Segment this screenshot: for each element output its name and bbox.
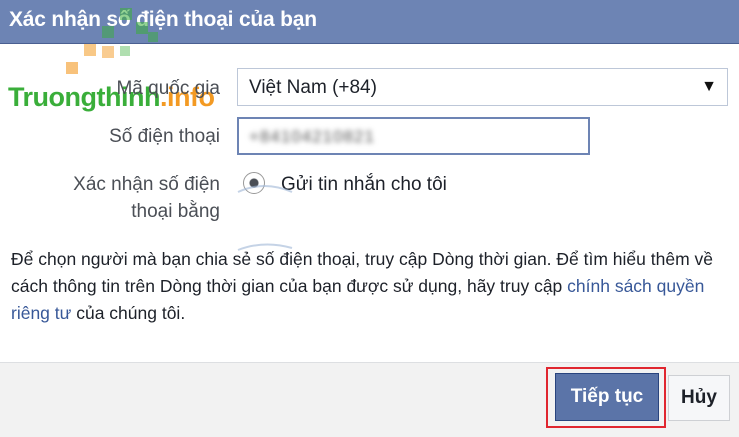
phone-number-label: Số điện thoại — [109, 126, 220, 147]
confirm-method-label-line1: Xác nhận số điện — [73, 174, 220, 195]
country-code-select[interactable]: Việt Nam (+84) ▼ — [237, 68, 728, 106]
watermark-wave-icon — [237, 185, 293, 193]
phone-number-input[interactable]: +84104210821 — [237, 117, 590, 155]
privacy-info-text: Để chọn người mà bạn chia sẻ số điện tho… — [11, 246, 731, 327]
confirm-method-label-line2: thoại bằng — [131, 201, 220, 222]
country-code-label: Mã quốc gia — [116, 78, 220, 99]
sms-radio-label[interactable]: Gửi tin nhắn cho tôi — [281, 174, 447, 196]
continue-button[interactable]: Tiếp tục — [555, 373, 659, 421]
phone-number-value: +84104210821 — [249, 127, 375, 146]
watermark-logo-icon — [66, 8, 158, 74]
privacy-info-text-part2: của chúng tôi. — [71, 303, 186, 323]
country-code-value: Việt Nam (+84) — [249, 77, 377, 98]
dropdown-arrow-icon: ▼ — [701, 78, 717, 95]
cancel-button[interactable]: Hủy — [668, 375, 730, 421]
